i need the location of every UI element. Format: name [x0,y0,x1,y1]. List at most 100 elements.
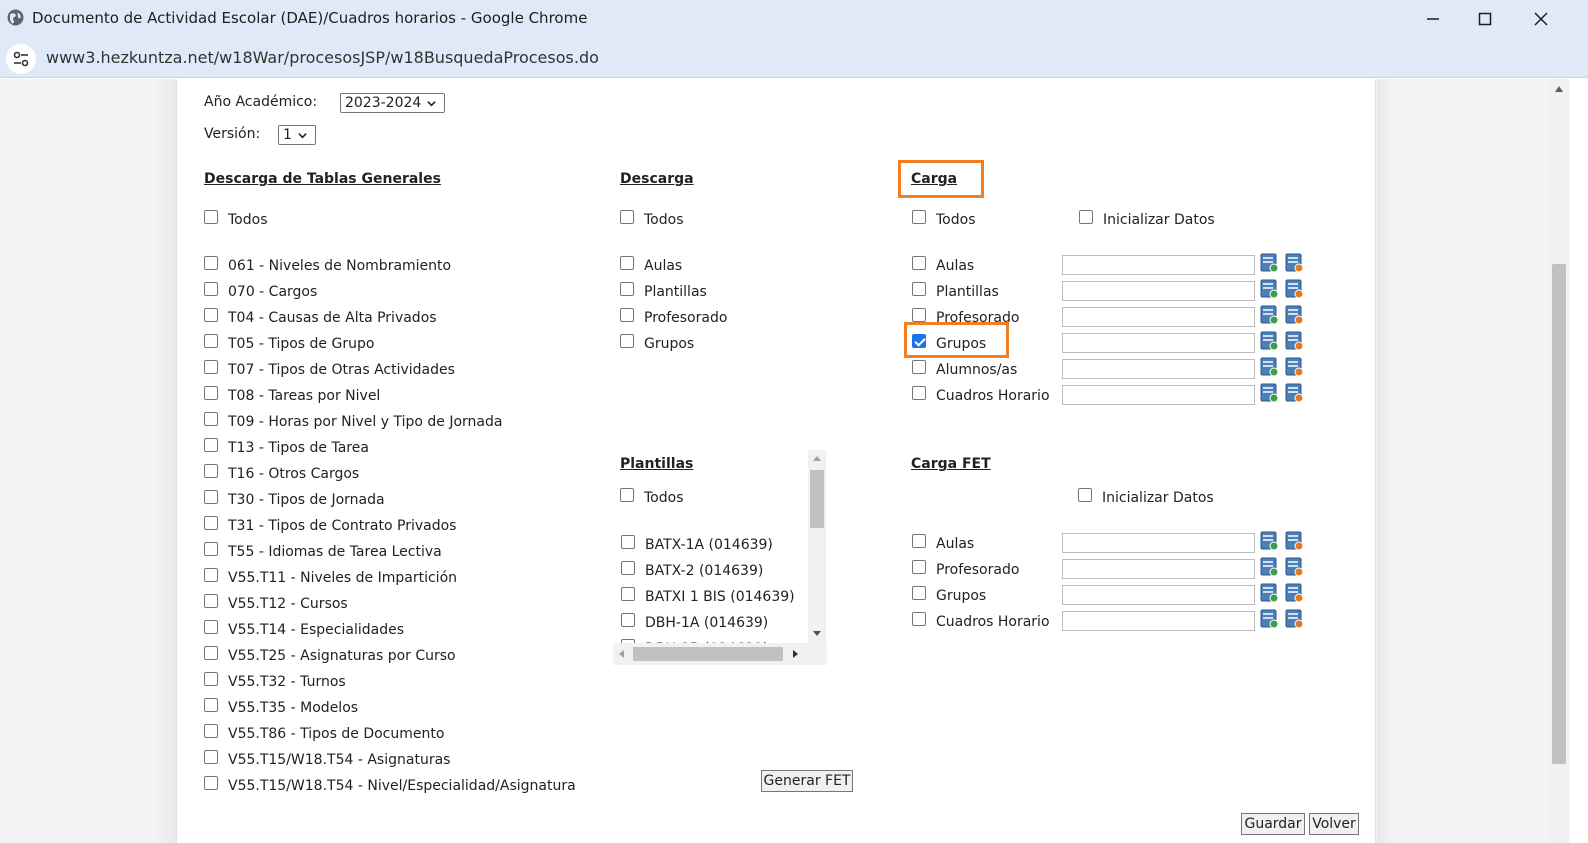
document-remove-icon[interactable] [1285,253,1304,273]
guardar-button[interactable]: Guardar [1241,813,1305,835]
document-add-icon[interactable] [1260,609,1279,629]
carga-fet-item-checkbox[interactable] [912,586,926,600]
document-remove-icon[interactable] [1285,383,1304,403]
window-scrollbar-thumb[interactable] [1552,264,1566,764]
site-info-button[interactable] [6,44,36,74]
tabla-item-checkbox[interactable] [204,750,218,764]
carga-item-file-input[interactable] [1062,333,1255,353]
carga-item-file-input[interactable] [1062,307,1255,327]
carga-fet-inicializar-checkbox[interactable] [1078,488,1092,502]
minimize-button[interactable] [1406,0,1460,38]
document-remove-icon[interactable] [1285,557,1304,577]
carga-item-checkbox[interactable] [912,360,926,374]
document-remove-icon[interactable] [1285,357,1304,377]
listbox-scroll-left-icon[interactable] [619,650,624,658]
descarga-todos-checkbox[interactable] [620,210,634,224]
document-remove-icon[interactable] [1285,331,1304,351]
plantillas-hscrollbar[interactable] [613,643,827,665]
tabla-item-checkbox[interactable] [204,256,218,270]
tablas-todos-label: Todos [228,212,268,228]
document-add-icon[interactable] [1260,531,1279,551]
descarga-item-checkbox[interactable] [620,256,634,270]
tabla-item-checkbox[interactable] [204,724,218,738]
plantilla-item-checkbox[interactable] [621,587,635,601]
tabla-item-checkbox[interactable] [204,490,218,504]
carga-fet-item-file-input[interactable] [1062,533,1255,553]
carga-fet-item-checkbox[interactable] [912,534,926,548]
listbox-scroll-down-icon[interactable] [813,631,821,636]
version-select[interactable]: 1 [278,125,316,145]
tabla-item-label: T08 - Tareas por Nivel [228,388,381,404]
carga-item-checkbox[interactable] [912,386,926,400]
carga-todos-checkbox[interactable] [912,210,926,224]
document-remove-icon[interactable] [1285,531,1304,551]
tabla-item-checkbox[interactable] [204,594,218,608]
window-scrollbar[interactable] [1550,79,1568,843]
carga-fet-item-file-input[interactable] [1062,585,1255,605]
tabla-item-checkbox[interactable] [204,386,218,400]
document-remove-icon[interactable] [1285,279,1304,299]
close-button[interactable] [1514,0,1568,38]
document-add-icon[interactable] [1260,357,1279,377]
tabla-item-checkbox[interactable] [204,334,218,348]
plantillas-vscroll-thumb[interactable] [810,470,824,528]
tabla-item-checkbox[interactable] [204,412,218,426]
tabla-item-checkbox[interactable] [204,620,218,634]
document-add-icon[interactable] [1260,557,1279,577]
scroll-up-icon[interactable] [1555,86,1563,92]
carga-item-file-input[interactable] [1062,385,1255,405]
document-add-icon[interactable] [1260,331,1279,351]
descarga-item-checkbox[interactable] [620,308,634,322]
document-remove-icon[interactable] [1285,609,1304,629]
descarga-item-checkbox[interactable] [620,282,634,296]
plantilla-item-checkbox[interactable] [621,665,635,666]
document-add-icon[interactable] [1260,383,1279,403]
carga-item-checkbox[interactable] [912,256,926,270]
descarga-item-checkbox[interactable] [620,334,634,348]
carga-item-file-input[interactable] [1062,359,1255,379]
document-remove-icon[interactable] [1285,305,1304,325]
plantillas-vscrollbar[interactable] [808,450,826,643]
listbox-scroll-right-icon[interactable] [793,650,798,658]
carga-item-checkbox[interactable] [912,282,926,296]
plantillas-listbox[interactable]: BATX-1A (014639) BATX-2 (014639) BATXI 1 B… [613,450,827,666]
maximize-icon [1478,12,1492,26]
plantilla-item-checkbox[interactable] [621,561,635,575]
document-add-icon[interactable] [1260,253,1279,273]
plantilla-item-checkbox[interactable] [621,535,635,549]
tabla-item-checkbox[interactable] [204,282,218,296]
carga-fet-item-file-input[interactable] [1062,559,1255,579]
tabla-item-checkbox[interactable] [204,568,218,582]
tabla-item-checkbox[interactable] [204,542,218,556]
document-add-icon[interactable] [1260,279,1279,299]
tabla-item-checkbox[interactable] [204,308,218,322]
tabla-item-checkbox[interactable] [204,646,218,660]
carga-inicializar-checkbox[interactable] [1079,210,1093,224]
document-remove-icon[interactable] [1285,583,1304,603]
document-add-icon[interactable] [1260,583,1279,603]
tabla-item-label: T09 - Horas por Nivel y Tipo de Jornada [228,414,503,430]
tabla-item-checkbox[interactable] [204,464,218,478]
carga-fet-item-file-input[interactable] [1062,611,1255,631]
carga-fet-item-checkbox[interactable] [912,560,926,574]
tabla-item-checkbox[interactable] [204,698,218,712]
anio-select[interactable]: 2023-2024 [340,93,445,113]
volver-button[interactable]: Volver [1309,813,1359,835]
carga-item-file-input[interactable] [1062,255,1255,275]
tabla-item-checkbox[interactable] [204,438,218,452]
url-text[interactable]: www3.hezkuntza.net/w18War/procesosJSP/w1… [46,48,599,67]
tablas-todos-checkbox[interactable] [204,210,218,224]
carga-item-checkbox[interactable] [912,308,926,322]
plantillas-hscroll-thumb[interactable] [633,647,783,661]
plantilla-item-checkbox[interactable] [621,613,635,627]
tabla-item-checkbox[interactable] [204,516,218,530]
tabla-item-checkbox[interactable] [204,776,218,790]
listbox-scroll-up-icon[interactable] [813,456,821,461]
tabla-item-checkbox[interactable] [204,360,218,374]
generar-fet-button[interactable]: Generar FET [761,770,853,792]
carga-fet-item-checkbox[interactable] [912,612,926,626]
carga-item-file-input[interactable] [1062,281,1255,301]
tabla-item-checkbox[interactable] [204,672,218,686]
maximize-button[interactable] [1458,0,1512,38]
document-add-icon[interactable] [1260,305,1279,325]
